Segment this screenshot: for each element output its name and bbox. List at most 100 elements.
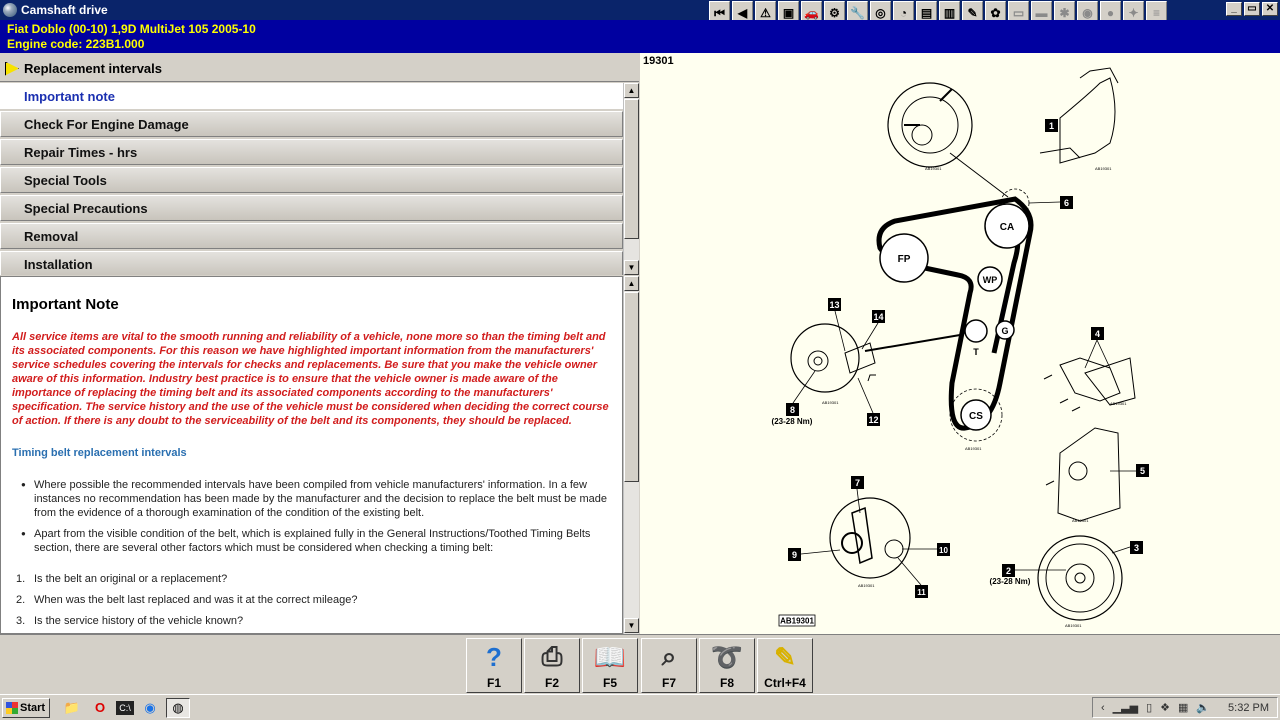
- terminal-icon[interactable]: C:\: [116, 700, 134, 715]
- belt-icon: ➰: [710, 641, 744, 672]
- restore-button[interactable]: ▭: [1244, 2, 1260, 16]
- inset-cover-lower: 5 AB19301: [1045, 427, 1149, 523]
- app-icon: [3, 3, 17, 17]
- window-controls: _ ▭ ✕: [1224, 2, 1278, 16]
- dropbox-icon[interactable]: ❖: [1160, 701, 1170, 714]
- callout-9: 9: [792, 550, 797, 560]
- function-key-bar: ? F1 ⎙ F2 📖 F5 ⌕ F7 ➰ F8 ✎ Ctrl+F4: [0, 634, 1280, 693]
- menu-item-special-tools[interactable]: Special Tools: [0, 167, 623, 193]
- network-icon[interactable]: ▦: [1178, 701, 1188, 714]
- note-content: Important Note All service items are vit…: [0, 276, 623, 634]
- diagram-pane: 19301 AB19301 1 AB19301 CA FP WP T G CS …: [640, 53, 1280, 635]
- diagram-ref: AB19301: [780, 617, 814, 626]
- list-item: Where possible the recommended intervals…: [12, 478, 612, 520]
- list-text: Is the belt an original or a replacement…: [34, 573, 228, 585]
- scroll-thumb[interactable]: [624, 99, 639, 239]
- list-item: 1. Is the belt an original or a replaceme…: [12, 572, 612, 586]
- vehicle-info-bar: Fiat Doblo (00-10) 1,9D MultiJet 105 200…: [0, 20, 1280, 53]
- note-bullets: Where possible the recommended intervals…: [12, 478, 612, 555]
- callout-5: 5: [1140, 466, 1145, 476]
- pulley-cs-label: CS: [969, 411, 983, 422]
- fkey-ctrl-f4-button[interactable]: ✎ Ctrl+F4: [757, 638, 813, 693]
- start-button[interactable]: Start: [2, 697, 50, 718]
- callout-14: 14: [873, 312, 883, 322]
- menu-item-check-for-engine-damage[interactable]: Check For Engine Damage: [0, 111, 623, 137]
- fkey-label: F1: [486, 676, 501, 690]
- content-scrollbar[interactable]: ▲ ▼: [623, 276, 639, 634]
- signal-icon[interactable]: ▁▃▅: [1113, 701, 1138, 714]
- print-icon: ⎙: [541, 641, 563, 671]
- callout-7: 7: [855, 478, 860, 488]
- inset-ref: AB19301: [925, 166, 942, 171]
- scroll-down-icon[interactable]: ▼: [624, 260, 639, 275]
- callout-10: 10: [939, 546, 948, 555]
- zoom-icon: ⌕: [661, 641, 677, 671]
- menu-item-special-precautions[interactable]: Special Precautions: [0, 195, 623, 221]
- list-number: 2.: [16, 594, 26, 606]
- list-number: 1.: [16, 573, 26, 585]
- inset-ref: AB19301: [1072, 518, 1089, 523]
- fkey-f5-button[interactable]: 📖 F5: [582, 638, 638, 693]
- help-icon: ?: [486, 641, 502, 672]
- arrow-right-icon: [5, 61, 19, 76]
- note-questions: 1. Is the belt an original or a replaceme…: [12, 572, 612, 628]
- fkey-label: Ctrl+F4: [764, 676, 806, 690]
- show-hidden-icon[interactable]: ‹: [1101, 702, 1105, 714]
- inset-tensioner: AB19301: [887, 82, 973, 171]
- pulley-t-label: T: [973, 347, 979, 357]
- topic-menu: Important note Check For Engine Damage Rep…: [0, 83, 623, 275]
- scroll-up-icon[interactable]: ▲: [624, 276, 639, 291]
- fkey-label: F7: [661, 676, 676, 690]
- minimize-button[interactable]: _: [1226, 2, 1242, 16]
- note-heading: Important Note: [12, 296, 119, 313]
- battery-icon[interactable]: ▯: [1146, 701, 1152, 714]
- inset-ref: AB19301: [1065, 623, 1082, 628]
- note-warning: All service items are vital to the smoot…: [12, 331, 609, 427]
- fkey-f8-button[interactable]: ➰ F8: [699, 638, 755, 693]
- callout-4: 4: [1095, 329, 1100, 339]
- torque-8: (23-28 Nm): [772, 417, 813, 426]
- inset-ref: AB19301: [858, 583, 875, 588]
- menu-item-important-note[interactable]: Important note: [0, 83, 623, 109]
- book-icon: 📖: [593, 641, 627, 672]
- scroll-down-icon[interactable]: ▼: [624, 618, 639, 633]
- menu-scrollbar[interactable]: ▲ ▼: [623, 83, 639, 275]
- list-item: 3. Is the service history of the vehicle …: [12, 614, 612, 628]
- scroll-thumb[interactable]: [624, 292, 639, 482]
- callout-13: 13: [829, 300, 839, 310]
- menu-item-installation[interactable]: Installation: [0, 251, 623, 275]
- list-number: 3.: [16, 615, 26, 627]
- windows-logo-icon: [6, 701, 18, 714]
- opera-icon[interactable]: O: [88, 698, 112, 718]
- inset-tensioner-detail: AB19301 13 14 8 (23-28 Nm) 12: [772, 298, 961, 426]
- inset-ref: AB19301: [822, 400, 839, 405]
- fkey-f7-button[interactable]: ⌕ F7: [641, 638, 697, 693]
- note-subheading: Timing belt replacement intervals: [12, 447, 187, 459]
- fkey-f2-button[interactable]: ⎙ F2: [524, 638, 580, 693]
- chrome-icon[interactable]: ◉: [138, 698, 162, 718]
- callout-11: 11: [917, 588, 926, 597]
- callout-6: 6: [1064, 198, 1069, 208]
- callout-12: 12: [868, 415, 878, 425]
- folder-icon[interactable]: 📁: [60, 698, 84, 718]
- callout-1: 1: [1049, 121, 1054, 131]
- vehicle-model: Fiat Doblo (00-10) 1,9D MultiJet 105 200…: [7, 22, 256, 36]
- left-pane: Replacement intervals Important note Chec…: [0, 56, 639, 634]
- fkey-label: F2: [544, 676, 559, 690]
- inset-ref: AB19301: [1095, 166, 1112, 171]
- inset-crank-pulley: 3 2 (23-28 Nm) AB19301: [990, 535, 1143, 628]
- menu-item-removal[interactable]: Removal: [0, 223, 623, 249]
- notes-edit-icon: ✎: [774, 641, 796, 672]
- clock[interactable]: 5:32 PM: [1228, 702, 1269, 714]
- volume-icon[interactable]: 🔈: [1196, 701, 1210, 714]
- belt-ref: AB19301: [965, 446, 982, 451]
- taskbar: Start 📁 O C:\ ◉ ◍ ‹ ▁▃▅ ▯ ❖ ▦ 🔈 5:32 PM: [0, 694, 1280, 720]
- torque-2: (23-28 Nm): [990, 577, 1031, 586]
- close-button[interactable]: ✕: [1262, 2, 1278, 16]
- section-header[interactable]: Replacement intervals: [0, 56, 639, 82]
- scroll-up-icon[interactable]: ▲: [624, 83, 639, 98]
- timing-belt-diagram: AB19301 1 AB19301 CA FP WP T G CS AB1930…: [772, 67, 1149, 628]
- fkey-f1-button[interactable]: ? F1: [466, 638, 522, 693]
- workshop-app-icon[interactable]: ◍: [166, 697, 190, 718]
- menu-item-repair-times-hrs[interactable]: Repair Times - hrs: [0, 139, 623, 165]
